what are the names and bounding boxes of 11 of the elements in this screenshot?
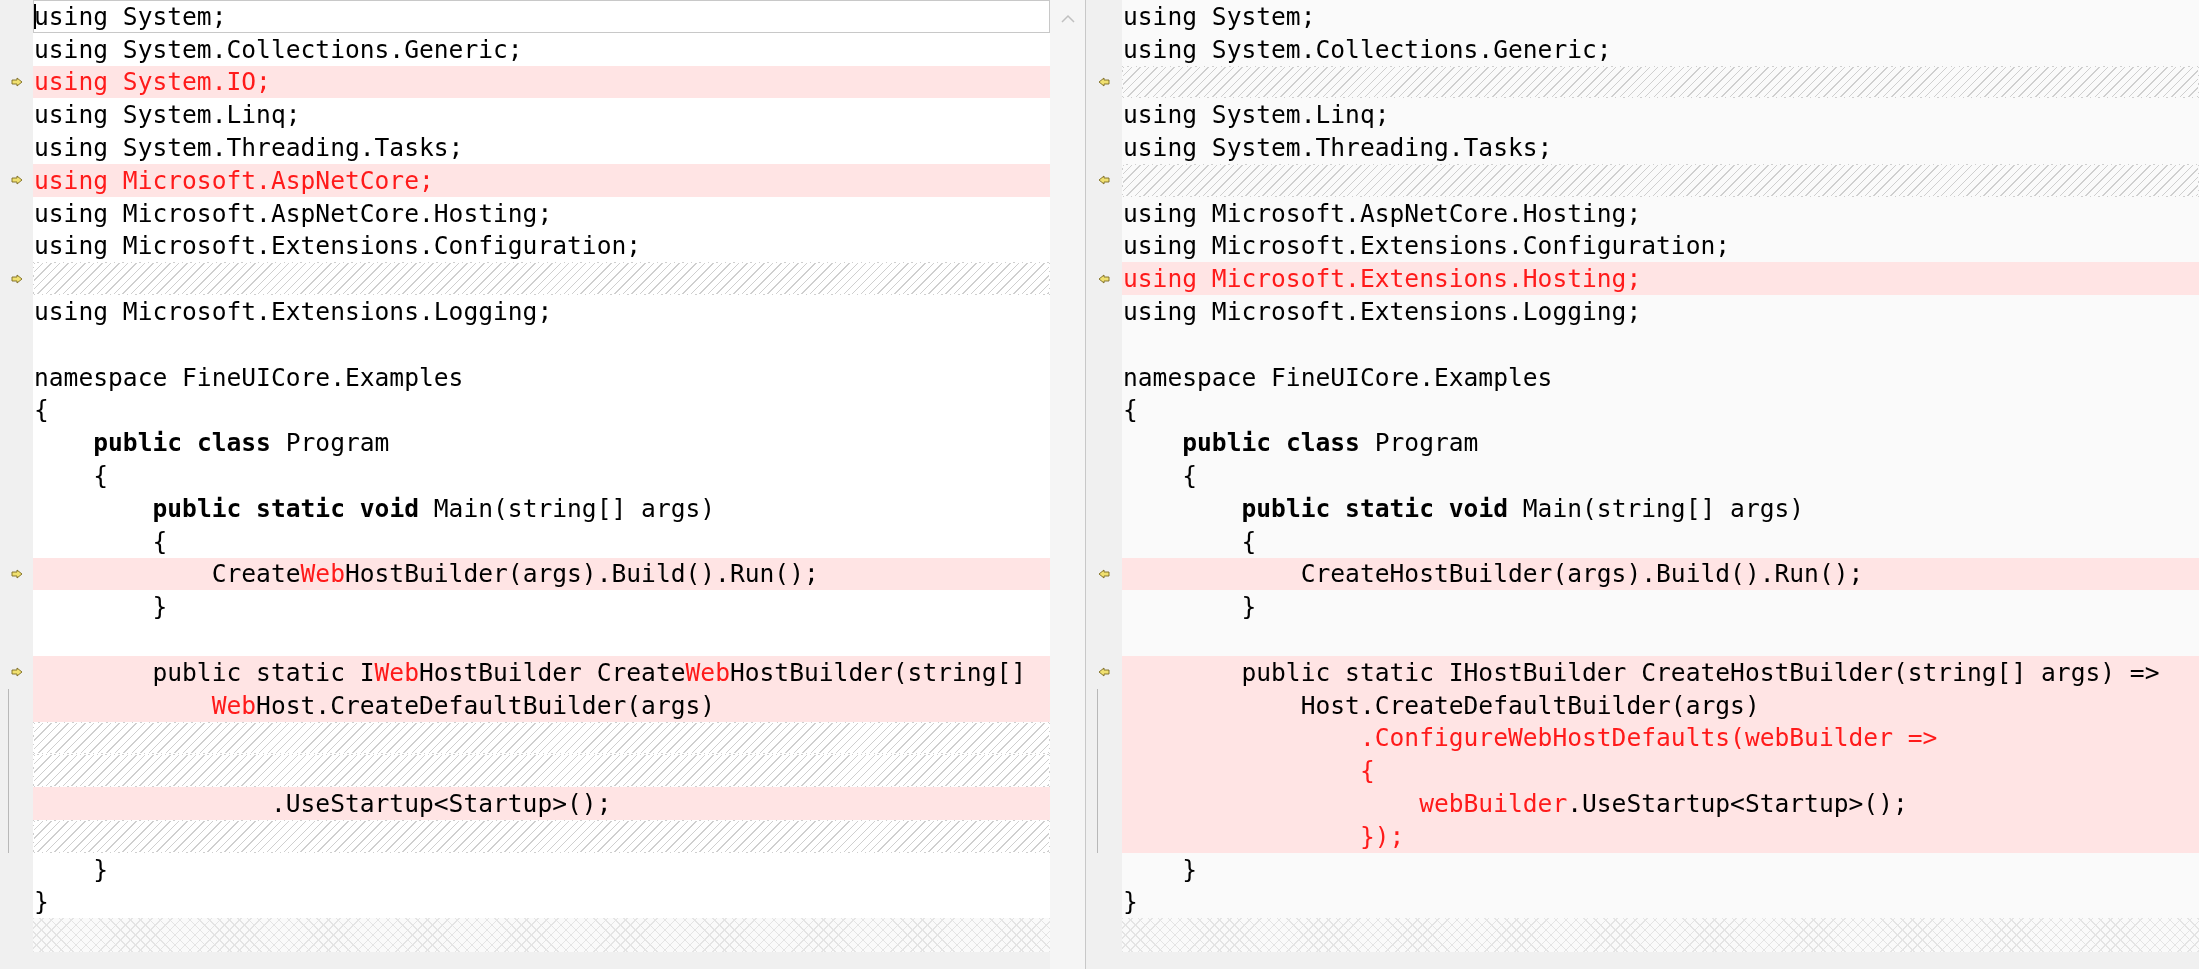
arrow-icon[interactable] [1098,568,1110,579]
arrow-icon[interactable] [10,273,23,284]
arrow-icon[interactable] [1098,667,1110,678]
arrow-icon[interactable] [10,667,23,678]
arrow-icon[interactable] [10,175,23,186]
text-cursor [34,4,36,29]
arrow-icon[interactable] [10,568,23,579]
arrow-icon[interactable] [1098,175,1110,186]
arrow-icon[interactable] [10,77,23,87]
arrow-icon[interactable] [1098,273,1110,284]
arrow-icon[interactable] [1098,77,1110,87]
